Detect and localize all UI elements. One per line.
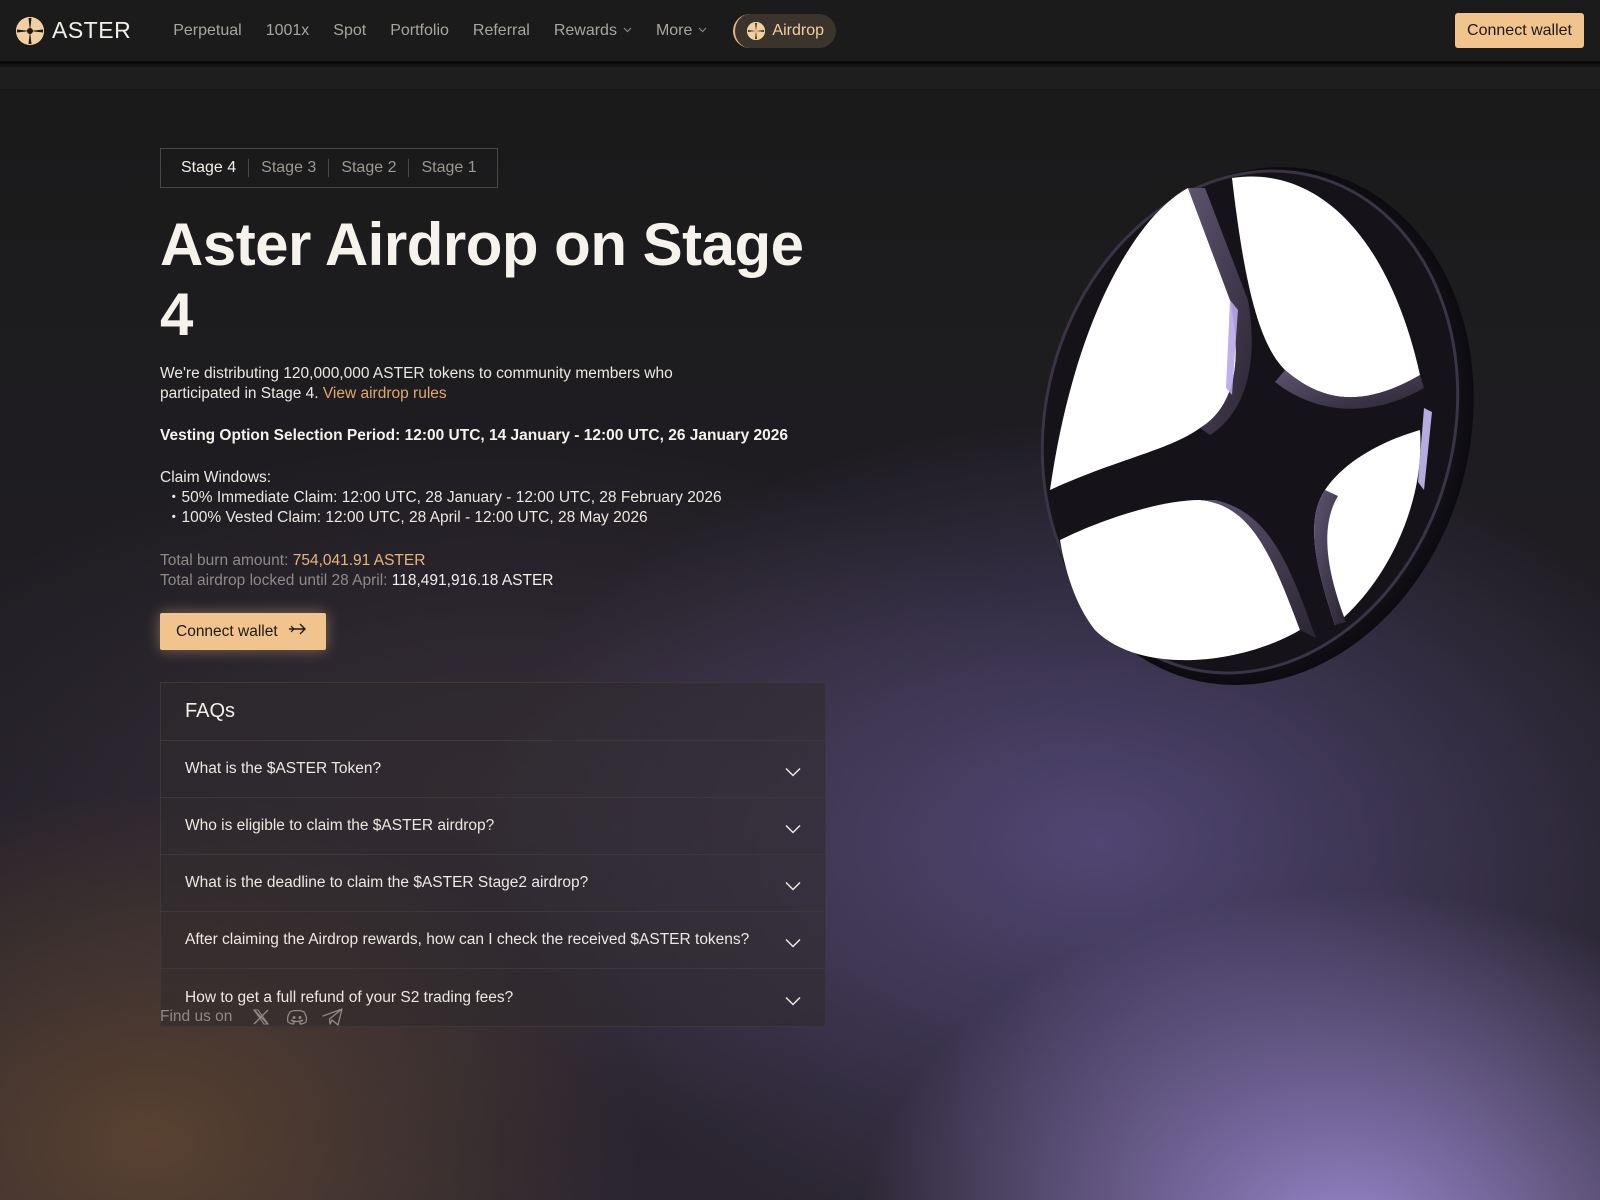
chevron-down-icon — [785, 878, 801, 891]
logo-text: ASTER — [52, 17, 132, 43]
nav-rewards[interactable]: Rewards — [542, 22, 644, 40]
burn-total-label: Total burn amount: — [160, 552, 289, 569]
connect-wallet-button[interactable]: Connect wallet — [160, 613, 326, 650]
aster-logo-icon — [16, 16, 44, 45]
tab-stage-4[interactable]: Stage 4 — [169, 159, 248, 177]
social-links: Find us on — [160, 1006, 344, 1028]
nav-more[interactable]: More — [644, 22, 719, 40]
faq-question: After claiming the Airdrop rewards, how … — [185, 931, 750, 948]
burn-total-value: 754,041.91 ASTER — [292, 552, 426, 569]
chevron-down-icon — [785, 821, 801, 834]
faq-item[interactable]: After claiming the Airdrop rewards, how … — [161, 912, 825, 969]
faq-item[interactable]: What is the deadline to claim the $ASTER… — [161, 855, 825, 912]
tab-stage-3[interactable]: Stage 3 — [248, 159, 328, 177]
tab-stage-2[interactable]: Stage 2 — [328, 159, 408, 177]
faq-title: FAQs — [161, 683, 825, 741]
faq-panel: FAQs What is the $ASTER Token? Who is el… — [160, 682, 826, 1027]
airdrop-rules-link[interactable]: View airdrop rules — [323, 385, 447, 402]
discord-icon[interactable] — [286, 1006, 308, 1028]
faq-item[interactable]: Who is eligible to claim the $ASTER aird… — [161, 798, 825, 855]
aster-coin-illustration — [1020, 160, 1490, 700]
arrow-right-icon — [288, 622, 308, 641]
aster-coin-icon — [747, 21, 766, 40]
aster-coin-3d-icon — [1040, 167, 1474, 685]
nav-more-label: More — [655, 21, 693, 39]
faq-question: Who is eligible to claim the $ASTER aird… — [185, 817, 495, 834]
header-connect-wallet-button[interactable]: Connect wallet — [1455, 13, 1584, 48]
claim-window-item: ・50% Immediate Claim: 12:00 UTC, 28 Janu… — [166, 489, 722, 506]
telegram-icon[interactable] — [322, 1006, 344, 1028]
claim-windows: Claim Windows: ・50% Immediate Claim: 12:… — [160, 468, 826, 528]
airdrop-description: We're distributing 120,000,000 ASTER tok… — [160, 364, 720, 404]
claim-windows-title: Claim Windows: — [160, 469, 272, 486]
connect-wallet-label: Connect wallet — [176, 622, 278, 640]
nav-portfolio[interactable]: Portfolio — [378, 22, 461, 40]
faq-question: How to get a full refund of your S2 trad… — [185, 988, 514, 1006]
faq-item[interactable]: What is the $ASTER Token? — [161, 741, 825, 798]
tab-stage-1[interactable]: Stage 1 — [408, 159, 488, 177]
vesting-period: Vesting Option Selection Period: 12:00 U… — [160, 427, 788, 444]
faq-question: What is the deadline to claim the $ASTER… — [185, 874, 589, 891]
nav-airdrop[interactable]: Airdrop — [733, 13, 836, 48]
nav-airdrop-label: Airdrop — [772, 21, 824, 39]
stage-tabs: Stage 4 Stage 3 Stage 2 Stage 1 — [160, 148, 498, 188]
chevron-down-icon — [785, 935, 801, 948]
nav-1001x[interactable]: 1001x — [254, 22, 322, 40]
airdrop-totals: Total burn amount: 754,041.91 ASTER Tota… — [160, 551, 826, 591]
chevron-down-icon — [698, 25, 707, 36]
main-nav: Perpetual 1001x Spot Portfolio Referral … — [161, 22, 719, 40]
social-label: Find us on — [160, 1008, 233, 1025]
locked-total-label: Total airdrop locked until 28 April: — [160, 572, 388, 589]
claim-window-item: ・100% Vested Claim: 12:00 UTC, 28 April … — [166, 509, 648, 526]
top-navbar: ASTER Perpetual 1001x Spot Portfolio Ref… — [0, 0, 1600, 64]
nav-referral[interactable]: Referral — [461, 22, 542, 40]
x-icon[interactable] — [250, 1006, 272, 1028]
nav-rewards-label: Rewards — [553, 21, 617, 39]
faq-question: What is the $ASTER Token? — [185, 760, 382, 777]
locked-total-row: Total airdrop locked until 28 April: 118… — [160, 571, 826, 591]
aster-logo[interactable]: ASTER — [16, 16, 132, 45]
airdrop-main: Stage 4 Stage 3 Stage 2 Stage 1 Aster Ai… — [160, 148, 826, 1027]
chevron-down-icon — [785, 993, 801, 1006]
nav-perpetual[interactable]: Perpetual — [161, 22, 254, 40]
page-title: Aster Airdrop on Stage 4 — [160, 211, 804, 348]
burn-total-row: Total burn amount: 754,041.91 ASTER — [160, 551, 826, 571]
sub-navbar — [0, 67, 1600, 90]
chevron-down-icon — [623, 25, 632, 36]
locked-total-value: 118,491,916.18 ASTER — [391, 572, 554, 589]
nav-spot[interactable]: Spot — [321, 22, 378, 40]
chevron-down-icon — [785, 764, 801, 777]
